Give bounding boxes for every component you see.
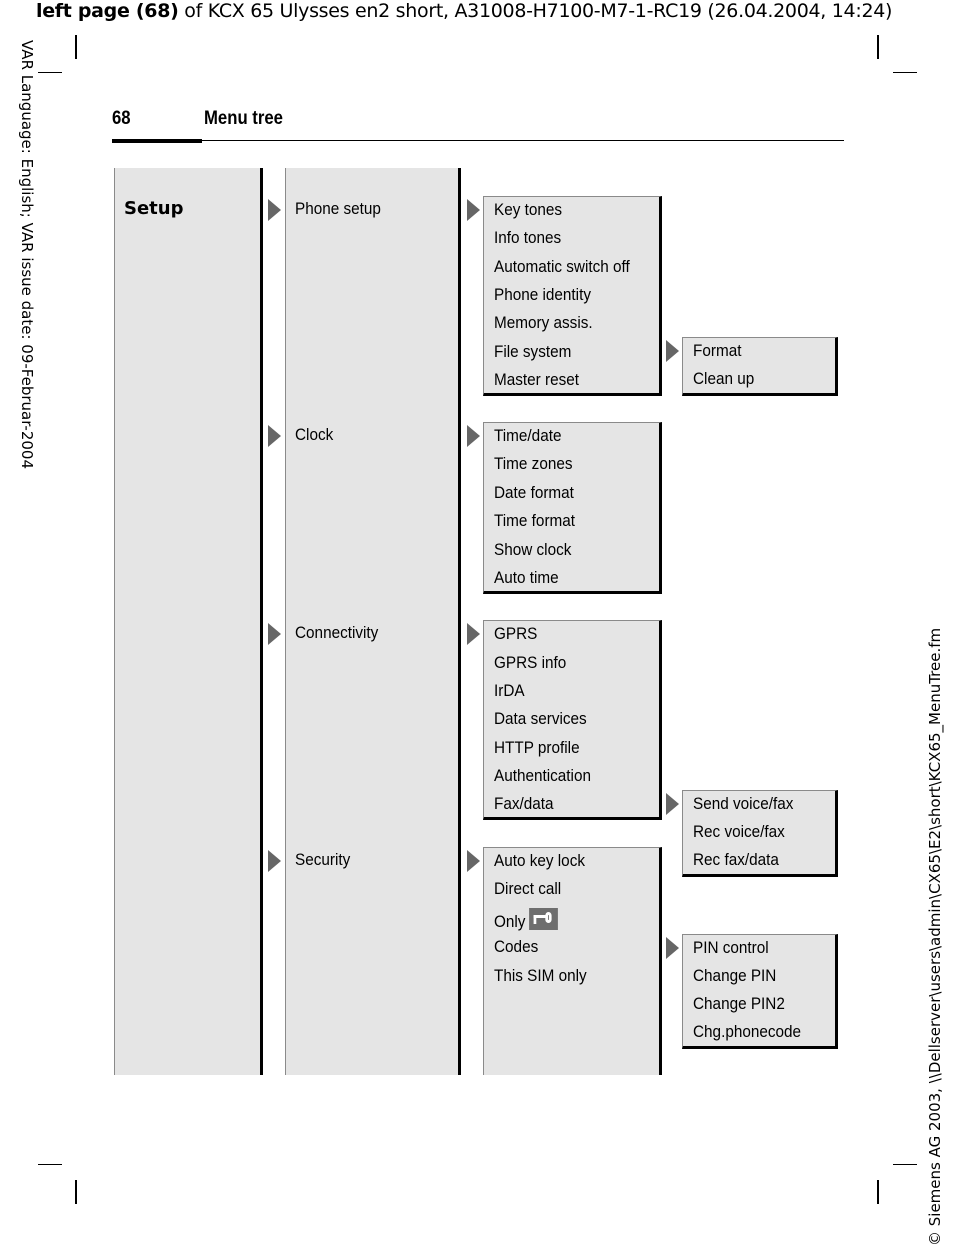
submenu-connectivity: GPRS GPRS info IrDA Data services HTTP p… <box>483 620 662 820</box>
submenu-clock: Time/date Time zones Date format Time fo… <box>483 422 662 594</box>
crop-mark <box>893 72 917 73</box>
menu-item-change-pin2[interactable]: Change PIN2 <box>693 994 785 1014</box>
arrow-right-icon <box>666 340 679 362</box>
menu-item-irda[interactable]: IrDA <box>494 681 525 701</box>
var-language-text: VAR Language: English; VAR issue date: 0… <box>18 40 36 470</box>
page-title: Menu tree <box>204 108 283 129</box>
menu-item-this-sim-only[interactable]: This SIM only <box>494 966 587 986</box>
menu-level2-column <box>285 168 461 1075</box>
menu-item-codes[interactable]: Codes <box>494 937 538 957</box>
arrow-right-icon <box>268 850 281 872</box>
menu-item-clean-up[interactable]: Clean up <box>693 369 754 389</box>
menu-item-rec-fax-data[interactable]: Rec fax/data <box>693 850 779 870</box>
menu-item-automatic-switch-off[interactable]: Automatic switch off <box>494 257 630 277</box>
print-header-bold: left page (68) <box>36 0 179 22</box>
menu-item-format[interactable]: Format <box>693 341 741 361</box>
menu-item-time-format[interactable]: Time format <box>494 511 575 531</box>
menu-item-only-lock[interactable]: Only <box>494 908 558 932</box>
arrow-right-icon <box>268 623 281 645</box>
arrow-right-icon <box>467 850 480 872</box>
submenu-security: Auto key lock Direct call Only Codes Thi… <box>483 847 662 1075</box>
menu-item-pin-control[interactable]: PIN control <box>693 938 769 958</box>
menu-item-show-clock[interactable]: Show clock <box>494 540 571 560</box>
side-info-left: VAR Language: English; VAR issue date: 0… <box>14 40 38 510</box>
crop-mark <box>75 1180 77 1204</box>
menu-item-change-pin[interactable]: Change PIN <box>693 966 776 986</box>
crop-mark <box>38 72 62 73</box>
menu-item-data-services[interactable]: Data services <box>494 709 587 729</box>
arrow-right-icon <box>268 425 281 447</box>
menu-item-time-zones[interactable]: Time zones <box>494 454 573 474</box>
header-rule <box>112 140 844 141</box>
print-header-text: of KCX 65 Ulysses en2 short, A31008-H710… <box>178 0 893 22</box>
crop-mark <box>877 35 879 59</box>
menu-item-clock[interactable]: Clock <box>295 425 333 445</box>
menu-item-http-profile[interactable]: HTTP profile <box>494 738 580 758</box>
submenu-file-system: Format Clean up <box>682 337 838 396</box>
arrow-right-icon <box>666 793 679 815</box>
menu-item-only-label: Only <box>494 912 526 931</box>
menu-item-info-tones[interactable]: Info tones <box>494 228 561 248</box>
menu-item-chg-phonecode[interactable]: Chg.phonecode <box>693 1022 801 1042</box>
menu-item-authentication[interactable]: Authentication <box>494 766 591 786</box>
menu-item-phone-setup[interactable]: Phone setup <box>295 199 381 219</box>
menu-item-security[interactable]: Security <box>295 850 350 870</box>
crop-mark <box>75 35 77 59</box>
file-path-text: © Siemens AG 2003, \\Dellserver\users\ad… <box>926 627 944 1246</box>
crop-mark <box>877 1180 879 1204</box>
menu-item-direct-call[interactable]: Direct call <box>494 879 561 899</box>
menu-item-master-reset[interactable]: Master reset <box>494 370 579 390</box>
menu-item-gprs[interactable]: GPRS <box>494 624 537 644</box>
menu-item-auto-time[interactable]: Auto time <box>494 568 559 588</box>
menu-root-column <box>114 168 263 1075</box>
page-number: 68 <box>112 108 131 129</box>
submenu-phone-setup: Key tones Info tones Automatic switch of… <box>483 196 662 396</box>
menu-item-auto-key-lock[interactable]: Auto key lock <box>494 851 585 871</box>
menu-item-memory-assis[interactable]: Memory assis. <box>494 313 593 333</box>
menu-item-connectivity[interactable]: Connectivity <box>295 623 378 643</box>
submenu-codes: PIN control Change PIN Change PIN2 Chg.p… <box>682 934 838 1049</box>
header-rule-accent <box>112 139 202 143</box>
menu-item-file-system[interactable]: File system <box>494 342 571 362</box>
menu-item-gprs-info[interactable]: GPRS info <box>494 653 566 673</box>
arrow-right-icon <box>467 425 480 447</box>
arrow-right-icon <box>666 937 679 959</box>
submenu-fax-data: Send voice/fax Rec voice/fax Rec fax/dat… <box>682 790 838 877</box>
print-header: left page (68) of KCX 65 Ulysses en2 sho… <box>36 0 892 22</box>
menu-item-phone-identity[interactable]: Phone identity <box>494 285 591 305</box>
menu-item-fax-data[interactable]: Fax/data <box>494 794 554 814</box>
menu-item-key-tones[interactable]: Key tones <box>494 200 562 220</box>
crop-mark <box>893 1164 917 1165</box>
arrow-right-icon <box>268 199 281 221</box>
key-lock-icon <box>529 908 558 930</box>
menu-root-setup[interactable]: Setup <box>124 198 183 219</box>
crop-mark <box>38 1164 62 1165</box>
menu-item-time-date[interactable]: Time/date <box>494 426 561 446</box>
menu-item-date-format[interactable]: Date format <box>494 483 574 503</box>
menu-item-rec-voice-fax[interactable]: Rec voice/fax <box>693 822 785 842</box>
menu-item-send-voice-fax[interactable]: Send voice/fax <box>693 794 793 814</box>
arrow-right-icon <box>467 199 480 221</box>
arrow-right-icon <box>467 623 480 645</box>
side-info-right: © Siemens AG 2003, \\Dellserver\users\ad… <box>922 0 952 1246</box>
